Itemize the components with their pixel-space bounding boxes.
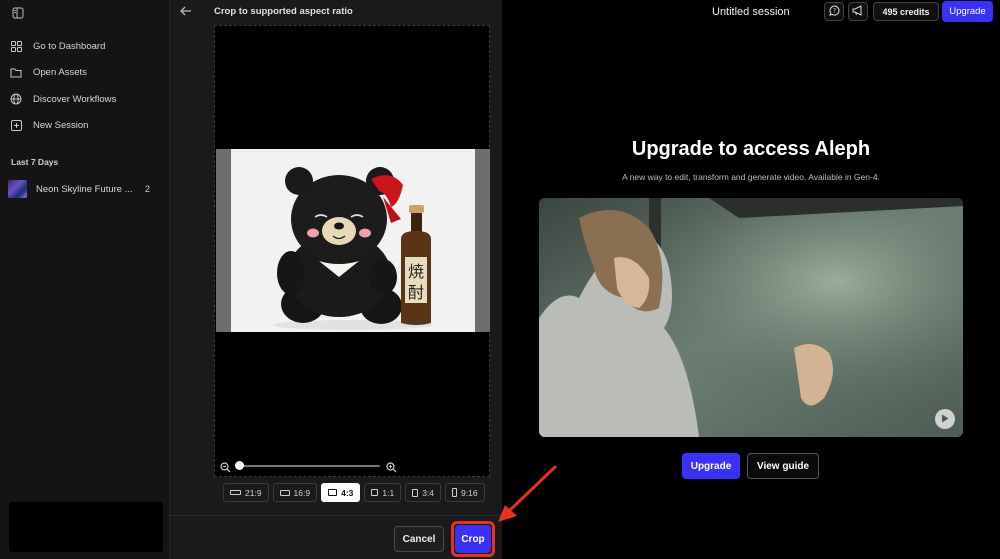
ratio-label: 1:1 <box>382 487 395 498</box>
ratio-option-4-3[interactable]: 4:3 <box>321 483 361 502</box>
video-frame-illustration <box>539 198 963 437</box>
sidebar-bottom-panel <box>9 502 163 552</box>
chat-help-icon: ? <box>828 3 840 21</box>
crop-title: Crop to supported aspect ratio <box>214 6 353 17</box>
aspect-ratio-icon <box>412 488 419 497</box>
ratio-label: 3:4 <box>422 487 435 498</box>
ratio-option-3-4[interactable]: 3:4 <box>405 483 442 502</box>
sidebar-item-label: New Session <box>33 119 89 131</box>
session-name: Neon Skyline Future ... <box>36 183 133 195</box>
crop-footer: Cancel Crop <box>170 515 502 559</box>
hero-title: Upgrade to access Aleph <box>631 138 871 160</box>
sidebar-toggle-icon[interactable] <box>12 6 24 19</box>
ratio-option-9-16[interactable]: 9:16 <box>445 483 485 502</box>
ratio-option-21-9[interactable]: 21:9 <box>223 483 269 502</box>
cancel-button[interactable]: Cancel <box>394 526 444 552</box>
megaphone-icon <box>852 3 864 21</box>
sidebar-item-label: Discover Workflows <box>33 93 117 105</box>
session-thumbnail <box>8 180 27 198</box>
bottle-label-bottom: 酎 <box>408 283 424 302</box>
zoom-slider-handle[interactable] <box>235 461 244 470</box>
crop-panel: Crop to supported aspect ratio 焼 酎 21:9 … <box>170 0 502 559</box>
aspect-ratio-icon <box>371 489 379 496</box>
aspect-ratio-icon <box>328 489 338 496</box>
sidebar-item-label: Go to Dashboard <box>33 40 106 52</box>
source-image[interactable]: 焼 酎 <box>231 149 475 332</box>
announcements-button[interactable] <box>848 2 868 21</box>
sidebar-item-assets[interactable]: Open Assets <box>10 61 87 83</box>
aspect-ratio-icon <box>279 489 290 496</box>
view-guide-button[interactable]: View guide <box>747 453 819 479</box>
aspect-ratio-selector: 21:9 16:9 4:3 1:1 3:4 9:16 <box>223 483 485 505</box>
sidebar: Go to Dashboard Open Assets Discover Wor… <box>0 0 170 559</box>
bear-illustration: 焼 酎 <box>231 149 475 332</box>
ratio-option-16-9[interactable]: 16:9 <box>272 483 318 502</box>
upgrade-button-header[interactable]: Upgrade <box>942 1 993 22</box>
back-arrow-icon[interactable] <box>179 4 193 18</box>
ratio-option-1-1[interactable]: 1:1 <box>364 483 402 502</box>
session-title[interactable]: Untitled session <box>712 6 790 18</box>
aspect-ratio-icon <box>230 490 241 495</box>
upgrade-button[interactable]: Upgrade <box>682 453 740 479</box>
globe-icon <box>10 93 22 105</box>
sidebar-item-dashboard[interactable]: Go to Dashboard <box>10 35 105 57</box>
image-frame: 焼 酎 <box>216 149 490 332</box>
session-item[interactable]: Neon Skyline Future ... 2 <box>8 179 158 199</box>
ratio-label: 16:9 <box>293 487 311 498</box>
help-chat-button[interactable]: ? <box>824 2 844 21</box>
sidebar-item-new-session[interactable]: New Session <box>10 114 88 136</box>
crop-button[interactable]: Crop <box>455 525 491 553</box>
main-area: Untitled session ? 495 credits Upgrade U… <box>502 0 1000 559</box>
zoom-in-icon[interactable] <box>386 460 397 473</box>
hero-subtitle: A new way to edit, transform and generat… <box>622 172 880 182</box>
bottle-label-top: 焼 <box>408 262 424 281</box>
folder-icon <box>10 66 22 78</box>
session-count: 2 <box>145 184 151 194</box>
plus-square-icon <box>10 119 22 131</box>
ratio-label: 21:9 <box>245 487 262 498</box>
sidebar-section-label: Last 7 Days <box>11 157 59 167</box>
zoom-control <box>218 460 486 473</box>
sidebar-item-label: Open Assets <box>33 66 87 78</box>
credits-badge[interactable]: 495 credits <box>873 2 939 21</box>
play-icon <box>941 410 949 428</box>
zoom-out-icon[interactable] <box>220 460 231 473</box>
ratio-label: 9:16 <box>461 487 478 498</box>
ratio-label: 4:3 <box>341 487 354 498</box>
grid-icon <box>10 40 22 52</box>
svg-text:?: ? <box>832 7 835 14</box>
play-button[interactable] <box>935 409 955 429</box>
aspect-ratio-icon <box>452 488 458 497</box>
zoom-slider-track[interactable] <box>238 465 380 467</box>
promo-video[interactable] <box>539 198 963 437</box>
sidebar-item-workflows[interactable]: Discover Workflows <box>10 88 116 110</box>
crop-area[interactable]: 焼 酎 <box>214 25 490 477</box>
